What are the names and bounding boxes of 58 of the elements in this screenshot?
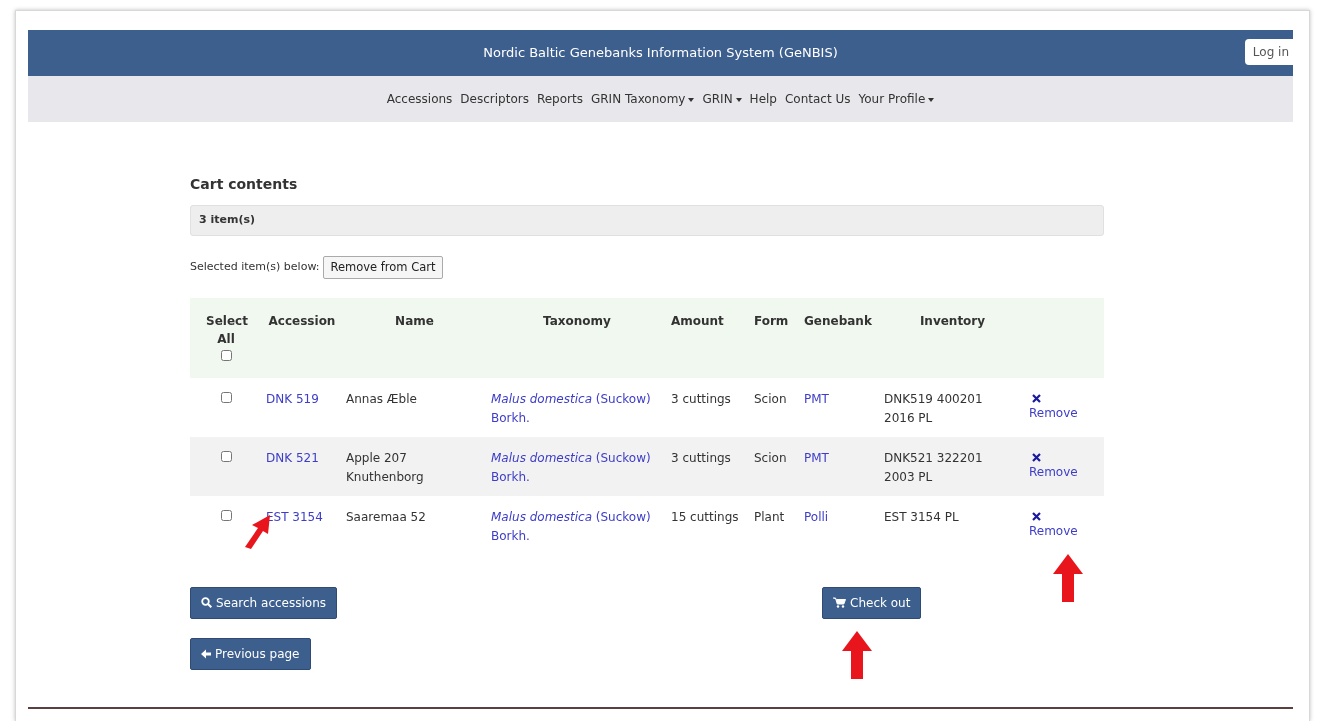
nav-link[interactable]: Contact Us [784,90,851,108]
column-header: Select All [206,312,246,348]
pointer-arrow [842,631,872,679]
item-count: 3 item(s) [190,205,1104,236]
nav-link[interactable]: Accessions [386,90,453,108]
remove-from-cart-button[interactable]: Remove from Cart [323,255,443,279]
form-text: Scion [754,450,787,465]
close-icon[interactable] [1032,393,1041,403]
amount-text: 3 cuttings [671,390,731,408]
checkout-button[interactable]: Check out [822,586,922,619]
name-text: Apple 207 Knuthenborg [346,450,424,484]
arrow-left-icon [201,648,211,659]
nav-link[interactable]: Reports [536,90,583,108]
search-accessions-button[interactable]: Search accessions [190,586,337,619]
login-button[interactable]: Log in [1244,39,1293,65]
nav-link[interactable]: Descriptors [460,90,529,108]
amount-text: 15 cuttings [671,508,739,526]
column-header: Form [754,313,789,328]
column-header: Accession [268,313,336,328]
previous-page-button[interactable]: Previous page [190,637,311,670]
checkbox[interactable] [220,391,232,403]
accession-link[interactable]: DNK 519 [266,391,319,406]
column-header: Name [395,313,434,328]
genebank-link[interactable]: PMT [804,391,829,406]
checkbox[interactable] [220,509,232,521]
inventory-text: EST 3154 PL [884,508,960,526]
nav-dropdown[interactable]: GRIN [702,90,742,108]
selected-label: Selected item(s) below: [190,258,320,275]
amount-text: 3 cuttings [671,449,731,467]
close-icon[interactable] [1032,511,1041,521]
genebank-link[interactable]: Polli [804,509,829,524]
name-text: Annas Æble [346,391,417,406]
nav-dropdown[interactable]: GRIN Taxonomy [590,90,695,108]
taxonomy-link[interactable]: Malus domestica (Suckow) Borkh. [491,507,663,546]
cart-icon [833,597,846,609]
close-icon[interactable] [1032,452,1041,462]
page-heading: Cart contents [190,175,299,194]
site-title: Nordic Baltic Genebanks Information System (GeNBIS) [483,44,838,63]
nav-dropdown[interactable]: Your Profile [858,90,935,108]
name-text: Saaremaa 52 [346,509,426,524]
checkbox[interactable] [220,349,232,361]
remove-link[interactable]: Remove [1029,405,1100,420]
column-header: Amount [671,313,724,328]
taxonomy-link[interactable]: Malus domestica (Suckow) Borkh. [491,389,663,428]
inventory-text: DNK521 322201 2003 PL [884,449,984,486]
column-header: Genebank [804,313,872,328]
checkbox[interactable] [220,450,232,462]
remove-link[interactable]: Remove [1029,523,1100,538]
accession-link[interactable]: DNK 521 [266,450,319,465]
inventory-text: DNK519 400201 2016 PL [884,390,984,427]
nav-link[interactable]: Help [749,90,777,108]
column-header: Inventory [919,313,986,328]
search-icon [201,597,212,609]
pointer-arrow [1053,554,1083,602]
form-text: Plant [754,509,785,524]
genebank-link[interactable]: PMT [804,450,829,465]
form-text: Scion [754,391,787,406]
column-header: Taxonomy [543,313,611,328]
